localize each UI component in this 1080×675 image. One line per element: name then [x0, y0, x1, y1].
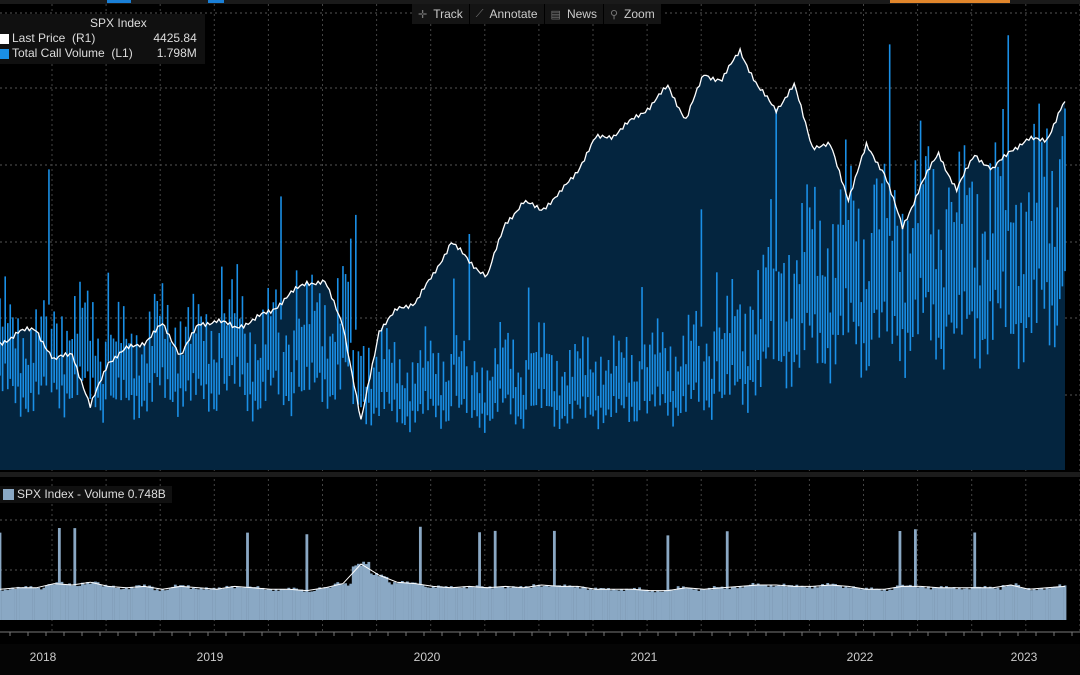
legend-label: Last Price (R1) — [12, 31, 96, 45]
x-tick-label: 2022 — [846, 650, 874, 664]
pencil-icon: ⟋ — [475, 7, 484, 20]
x-tick-label: 2020 — [413, 650, 441, 664]
legend-swatch — [3, 488, 14, 500]
legend-item-last-price[interactable]: Last Price (R1) 4425.84 — [0, 31, 197, 46]
annotate-button[interactable]: ⟋ Annotate — [470, 4, 545, 24]
track-button[interactable]: ✛ Track — [412, 4, 470, 24]
x-axis — [0, 644, 1080, 675]
legend-swatch — [0, 33, 9, 44]
legend-value: 1.798M — [156, 46, 197, 60]
x-tick-label: 2018 — [29, 650, 57, 664]
legend-label: SPX Index - Volume 0.748B — [17, 487, 166, 501]
legend-swatch — [0, 48, 9, 59]
news-button[interactable]: ▤ News — [545, 4, 604, 24]
zoom-label: Zoom — [624, 7, 655, 21]
annotate-label: Annotate — [489, 7, 538, 21]
volume-legend[interactable]: SPX Index - Volume 0.748B — [0, 486, 172, 503]
x-tick-label: 2023 — [1010, 650, 1038, 664]
crosshair-icon: ✛ — [418, 8, 428, 21]
x-tick-label: 2021 — [630, 650, 658, 664]
main-legend: SPX Index Last Price (R1) 4425.84 Total C… — [0, 14, 205, 64]
volume-average-line — [0, 563, 1066, 592]
panel-divider — [0, 472, 1080, 477]
legend-title: SPX Index — [90, 16, 147, 30]
legend-item-call-volume[interactable]: Total Call Volume (L1) 1.798M — [0, 46, 197, 61]
legend-label: Total Call Volume (L1) — [12, 46, 133, 60]
chart-toolbar: ✛ Track ⟋ Annotate ▤ News ⚲ Zoom — [412, 4, 662, 24]
news-icon: ▤ — [550, 8, 561, 21]
zoom-button[interactable]: ⚲ Zoom — [604, 4, 662, 24]
news-label: News — [566, 7, 597, 21]
chart-canvas[interactable] — [0, 0, 1080, 644]
magnifier-icon: ⚲ — [609, 8, 619, 21]
track-label: Track — [433, 7, 463, 21]
legend-value: 4425.84 — [153, 31, 197, 45]
x-tick-label: 2019 — [196, 650, 224, 664]
